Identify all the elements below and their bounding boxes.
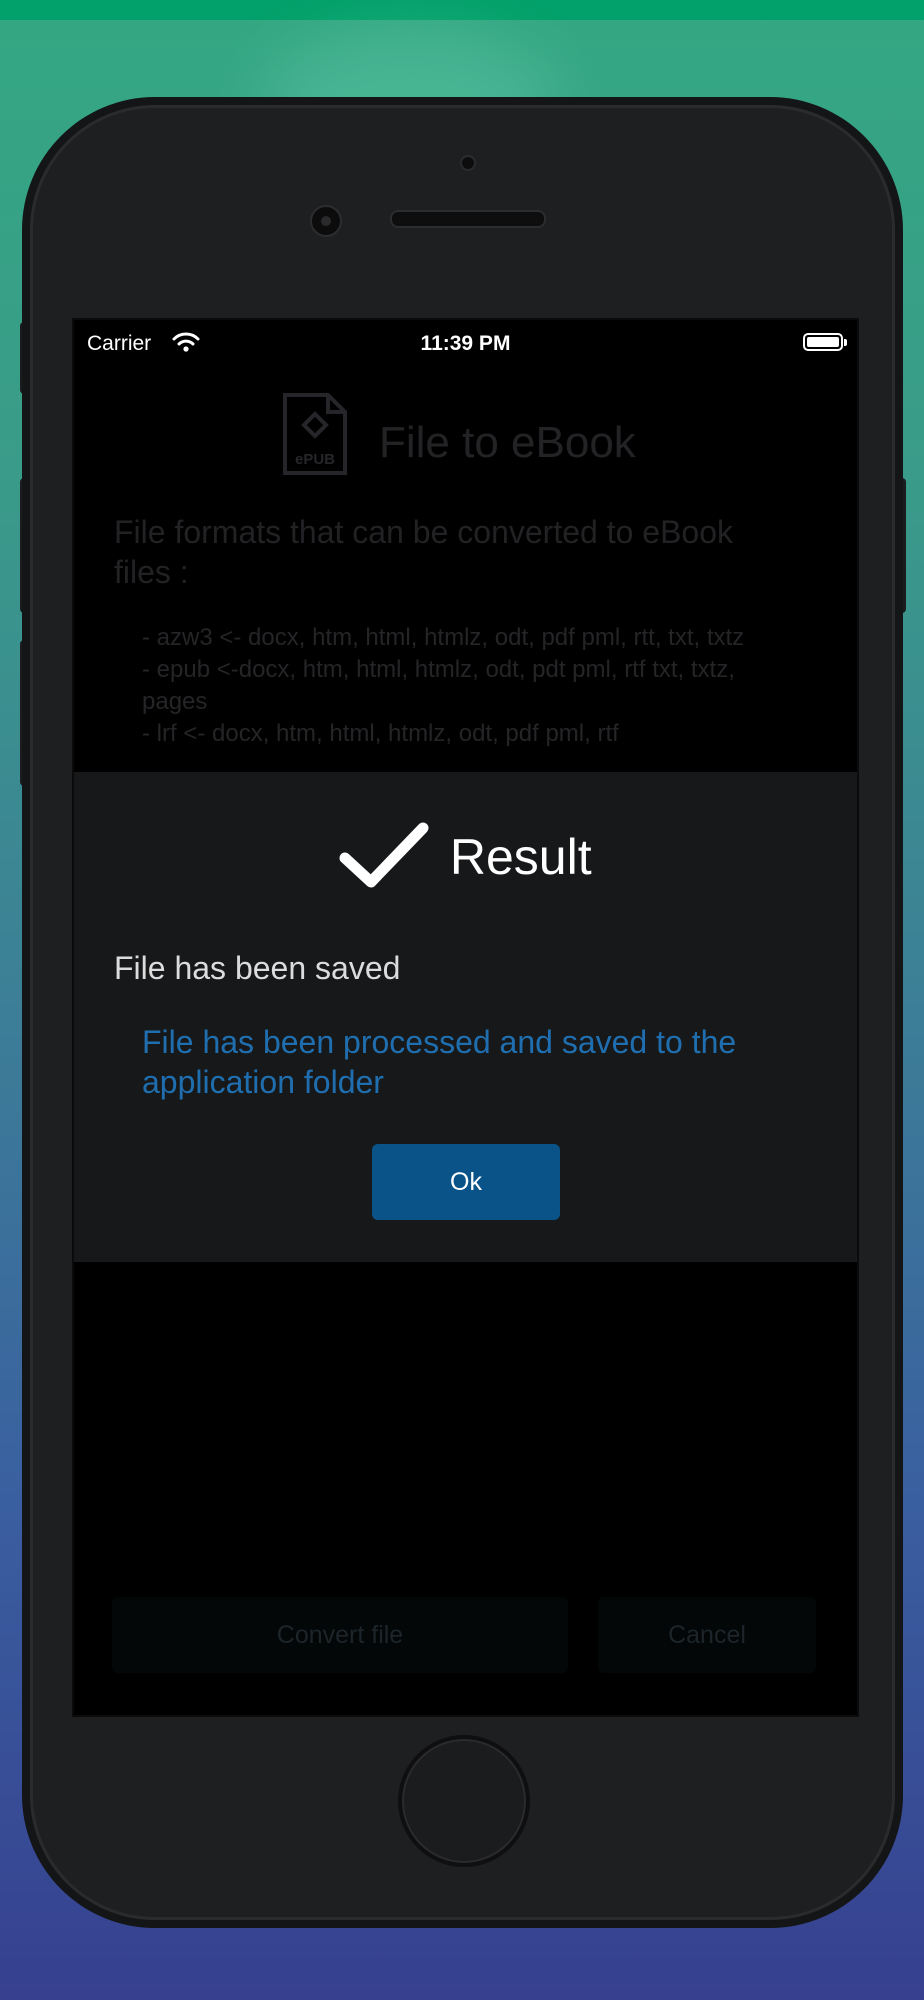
top-accent-strip <box>0 0 924 20</box>
home-button[interactable] <box>398 1735 530 1867</box>
epub-file-icon: ePUB <box>283 393 347 475</box>
volume-up-button <box>20 478 30 613</box>
result-dialog: Result File has been saved File has been… <box>74 772 857 1262</box>
formats-list: - azw3 <- docx, htm, html, htmlz, odt, p… <box>142 622 802 750</box>
app-header: ePUB File to eBook <box>74 392 857 482</box>
battery-icon <box>803 333 847 351</box>
phone-screen: Carrier 11:39 PM ePUB File to eBook File… <box>72 318 859 1717</box>
format-item-epub: - epub <-docx, htm, html, htmlz, odt, pd… <box>142 656 735 715</box>
proximity-sensor <box>310 205 342 237</box>
earpiece-speaker <box>390 210 546 228</box>
convert-file-button[interactable]: Convert file <box>112 1597 568 1673</box>
format-item-azw3: - azw3 <- docx, htm, html, htmlz, odt, p… <box>142 624 745 651</box>
app-title: File to eBook <box>379 418 636 467</box>
formats-intro: File formats that can be converted to eB… <box>114 514 733 590</box>
epub-icon-label: ePUB <box>295 451 335 468</box>
front-camera <box>460 155 476 171</box>
cancel-button[interactable]: Cancel <box>598 1597 816 1673</box>
message-title: File has been saved <box>114 950 401 986</box>
checkmark-icon <box>339 822 429 888</box>
status-bar: Carrier 11:39 PM <box>74 320 857 368</box>
format-item-lrf: - lrf <- docx, htm, html, htmlz, odt, pd… <box>142 720 619 747</box>
dialog-title: Result <box>449 829 592 885</box>
ok-button[interactable]: Ok <box>372 1144 560 1220</box>
volume-down-button <box>20 640 30 786</box>
mute-switch <box>20 322 30 394</box>
message-detail: File has been processed and saved to the… <box>142 1024 737 1100</box>
status-time: 11:39 PM <box>420 332 511 355</box>
dialog-header: Result <box>74 822 857 902</box>
power-button <box>896 478 906 613</box>
